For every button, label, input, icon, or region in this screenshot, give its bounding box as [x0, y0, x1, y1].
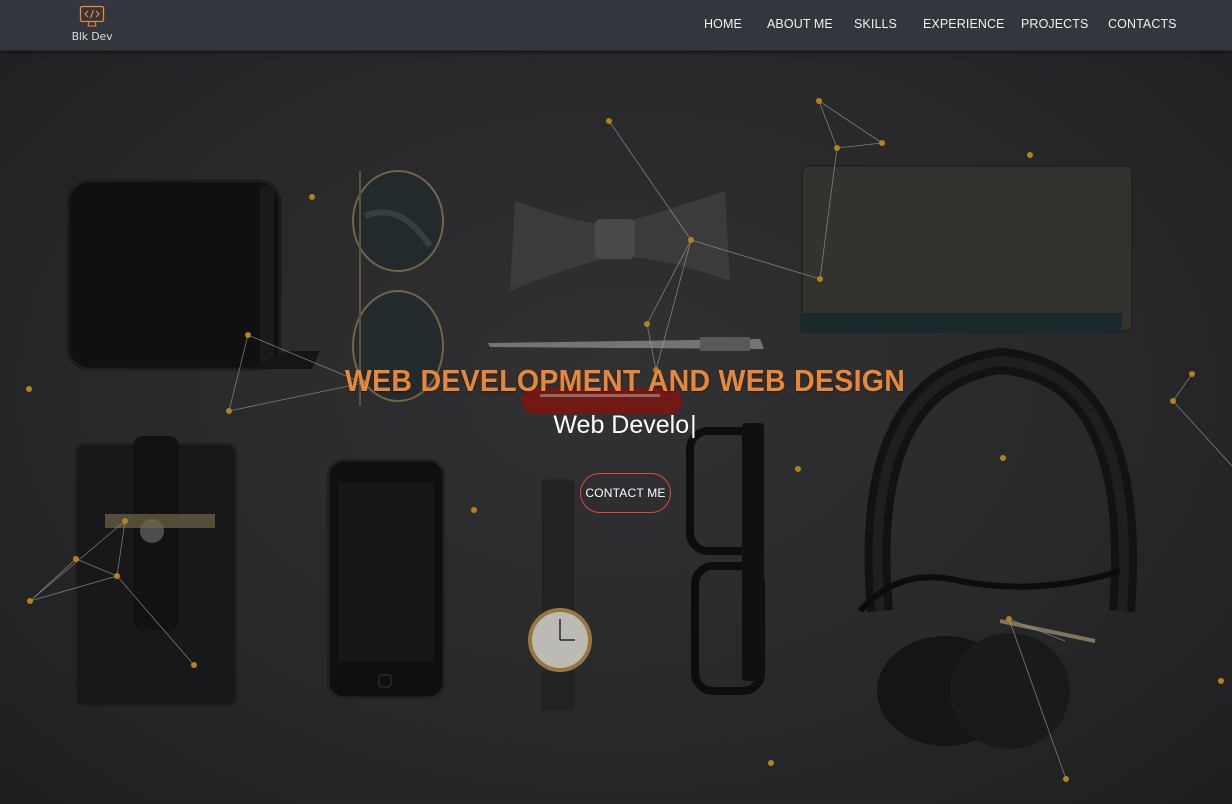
typing-cursor: | — [690, 411, 697, 439]
nav-link-skills[interactable]: SKILLS — [854, 17, 897, 31]
brand-text: Blk Dev — [71, 30, 113, 43]
typed-text: Web Develo — [553, 411, 690, 439]
monitor-code-icon — [79, 5, 105, 27]
nav-link-projects[interactable]: PROJECTS — [1021, 17, 1088, 31]
brand-logo[interactable]: Blk Dev — [70, 5, 114, 45]
nav-link-contacts[interactable]: CONTACTS — [1108, 17, 1177, 31]
nav-link-experience[interactable]: EXPERIENCE — [923, 17, 1005, 31]
contact-me-button[interactable]: CONTACT ME — [580, 473, 671, 513]
hero-section: WEB DEVELOPMENT AND WEB DESIGN Web Devel… — [0, 51, 1232, 804]
nav-link-home[interactable]: HOME — [704, 17, 742, 31]
top-navbar: Blk Dev HOME ABOUT ME SKILLS EXPERIENCE … — [0, 0, 1232, 51]
hero-title: WEB DEVELOPMENT AND WEB DESIGN — [344, 363, 906, 398]
hero-typed-subtitle: Web Develo| — [0, 411, 1232, 440]
nav-link-about[interactable]: ABOUT ME — [767, 17, 833, 31]
